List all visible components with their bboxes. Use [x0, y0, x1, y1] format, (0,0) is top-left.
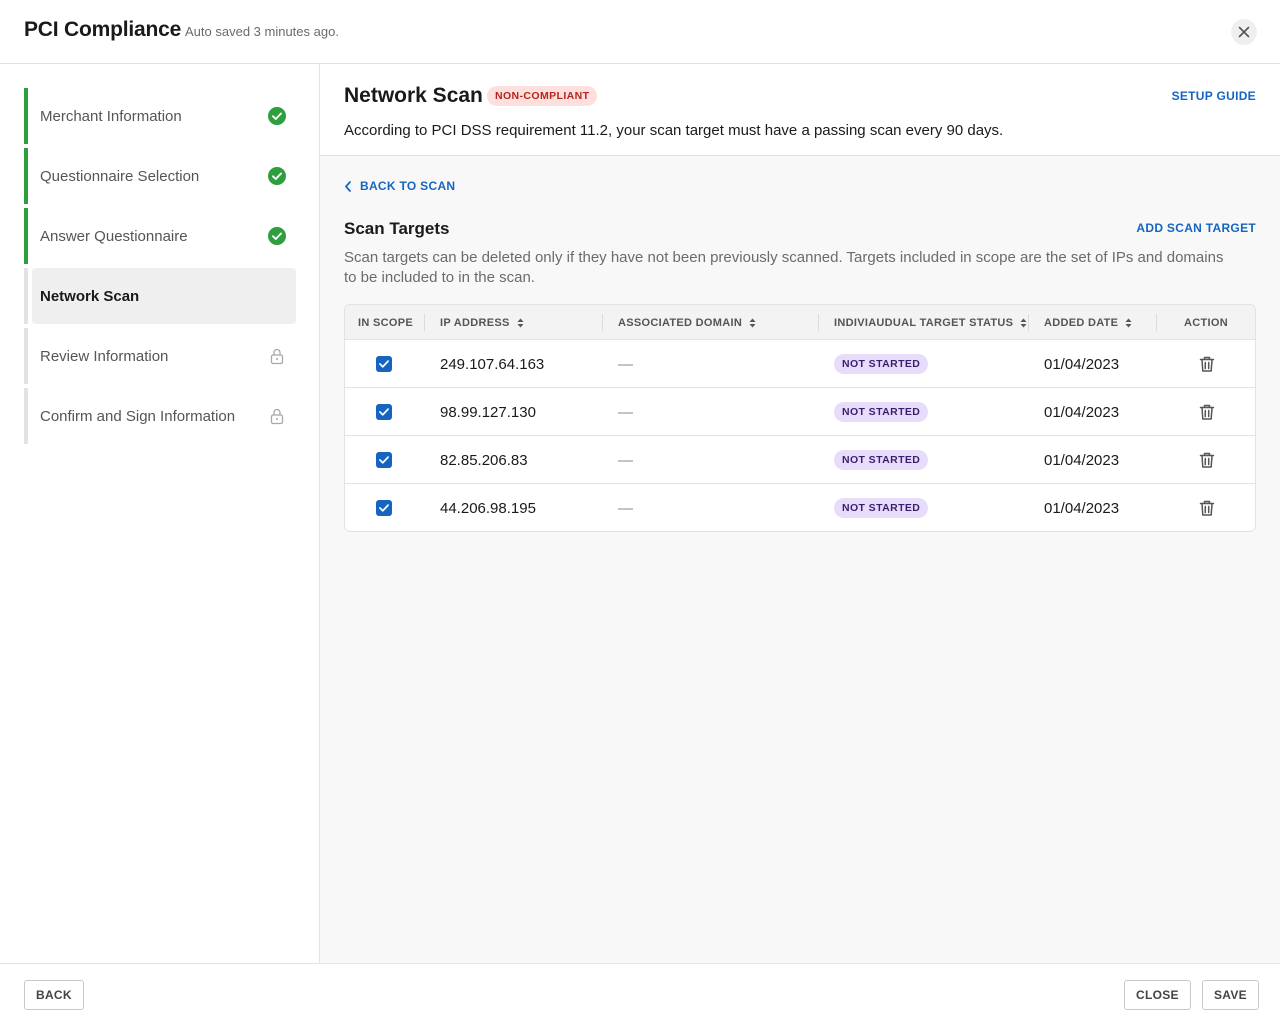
ip-address-cell: 98.99.127.130	[440, 403, 536, 421]
scan-targets-table: IN SCOPE IP ADDRESS ASSOCIATED DOMAIN IN…	[344, 304, 1256, 532]
table-header: IN SCOPE IP ADDRESS ASSOCIATED DOMAIN IN…	[345, 305, 1255, 340]
step-progress-bar	[24, 328, 28, 384]
chevron-left-icon	[345, 180, 351, 192]
checkmark-icon	[379, 504, 389, 512]
added-date-cell: 01/04/2023	[1044, 355, 1120, 373]
table-row: 249.107.64.163 — NOT STARTED 01/04/2023	[345, 340, 1255, 388]
status-badge: NOT STARTED	[834, 498, 929, 518]
step-questionnaire-selection[interactable]: Questionnaire Selection	[24, 148, 296, 204]
sort-icon	[749, 318, 756, 327]
delete-target-button[interactable]	[1198, 451, 1216, 469]
step-answer-questionnaire[interactable]: Answer Questionnaire	[24, 208, 296, 264]
associated-domain-cell: —	[618, 403, 633, 421]
sort-icon	[1020, 318, 1027, 327]
in-scope-checkbox[interactable]	[376, 452, 392, 468]
step-label: Confirm and Sign Information	[40, 407, 236, 425]
column-header-target-status[interactable]: INDIVIAUDUAL TARGET STATUS	[834, 305, 1027, 340]
step-merchant-information[interactable]: Merchant Information	[24, 88, 296, 144]
requirement-text: According to PCI DSS requirement 11.2, y…	[344, 122, 1004, 139]
step-label: Questionnaire Selection	[40, 167, 200, 185]
step-network-scan[interactable]: Network Scan	[24, 268, 296, 324]
check-circle-icon	[268, 107, 286, 125]
section-header: Network Scan NON-COMPLIANT SETUP GUIDE A…	[320, 64, 1280, 156]
sort-icon	[1125, 318, 1132, 327]
step-confirm-and-sign: Confirm and Sign Information	[24, 388, 296, 444]
associated-domain-cell: —	[618, 355, 633, 373]
table-row: 98.99.127.130 — NOT STARTED 01/04/2023	[345, 388, 1255, 436]
status-badge: NOT STARTED	[834, 450, 929, 470]
in-scope-checkbox[interactable]	[376, 356, 392, 372]
step-label: Answer Questionnaire	[40, 227, 188, 245]
checkmark-icon	[379, 360, 389, 368]
lock-icon	[270, 408, 284, 425]
added-date-cell: 01/04/2023	[1044, 403, 1120, 421]
column-header-added-date[interactable]: ADDED DATE	[1044, 305, 1132, 340]
steps-sidebar: Merchant Information Questionnaire Selec…	[0, 64, 320, 964]
column-header-action: ACTION	[1184, 316, 1228, 329]
table-row: 82.85.206.83 — NOT STARTED 01/04/2023	[345, 436, 1255, 484]
main-content: Network Scan NON-COMPLIANT SETUP GUIDE A…	[320, 64, 1280, 964]
ip-address-cell: 249.107.64.163	[440, 355, 545, 373]
column-header-in-scope: IN SCOPE	[358, 316, 413, 329]
checkmark-icon	[379, 456, 389, 464]
top-bar: PCI Compliance Auto saved 3 minutes ago.	[0, 0, 1280, 64]
associated-domain-cell: —	[618, 451, 633, 469]
added-date-cell: 01/04/2023	[1044, 499, 1120, 517]
step-review-information: Review Information	[24, 328, 296, 384]
delete-target-button[interactable]	[1198, 499, 1216, 517]
page-title: Network Scan	[344, 84, 483, 107]
scan-targets-title: Scan Targets	[344, 219, 450, 238]
step-progress-bar	[24, 88, 28, 144]
lock-icon	[270, 348, 284, 365]
setup-guide-link[interactable]: SETUP GUIDE	[1172, 89, 1256, 103]
status-badge: NOT STARTED	[834, 354, 929, 374]
close-dialog-button[interactable]	[1231, 19, 1257, 45]
check-circle-icon	[268, 167, 286, 185]
delete-target-button[interactable]	[1198, 355, 1216, 373]
checkmark-icon	[379, 408, 389, 416]
footer-bar: BACK CLOSE SAVE	[0, 963, 1280, 1024]
step-label: Merchant Information	[40, 107, 182, 125]
autosave-status: Auto saved 3 minutes ago.	[185, 24, 339, 39]
delete-target-button[interactable]	[1198, 403, 1216, 421]
step-progress-bar	[24, 148, 28, 204]
step-progress-bar	[24, 388, 28, 444]
added-date-cell: 01/04/2023	[1044, 451, 1120, 469]
step-progress-bar	[24, 208, 28, 264]
sort-icon	[517, 318, 524, 327]
table-row: 44.206.98.195 — NOT STARTED 01/04/2023	[345, 484, 1255, 531]
in-scope-checkbox[interactable]	[376, 500, 392, 516]
save-button[interactable]: SAVE	[1202, 980, 1259, 1010]
ip-address-cell: 44.206.98.195	[440, 499, 536, 517]
back-to-scan-label: BACK TO SCAN	[360, 179, 456, 193]
column-header-ip-address[interactable]: IP ADDRESS	[440, 305, 524, 340]
status-badge: NOT STARTED	[834, 402, 929, 422]
close-button[interactable]: CLOSE	[1124, 980, 1191, 1010]
scan-targets-description: Scan targets can be deleted only if they…	[344, 249, 1224, 286]
back-button[interactable]: BACK	[24, 980, 84, 1010]
check-circle-icon	[268, 227, 286, 245]
add-scan-target-link[interactable]: ADD SCAN TARGET	[1136, 221, 1256, 235]
close-icon	[1238, 26, 1250, 38]
column-header-associated-domain[interactable]: ASSOCIATED DOMAIN	[618, 305, 756, 340]
step-label: Network Scan	[40, 287, 140, 305]
back-to-scan-link[interactable]: BACK TO SCAN	[344, 179, 455, 193]
ip-address-cell: 82.85.206.83	[440, 451, 528, 469]
step-label: Review Information	[40, 347, 169, 365]
compliance-status-badge: NON-COMPLIANT	[487, 86, 598, 106]
step-progress-bar	[24, 268, 28, 324]
associated-domain-cell: —	[618, 499, 633, 517]
in-scope-checkbox[interactable]	[376, 404, 392, 420]
app-title: PCI Compliance	[24, 18, 182, 41]
